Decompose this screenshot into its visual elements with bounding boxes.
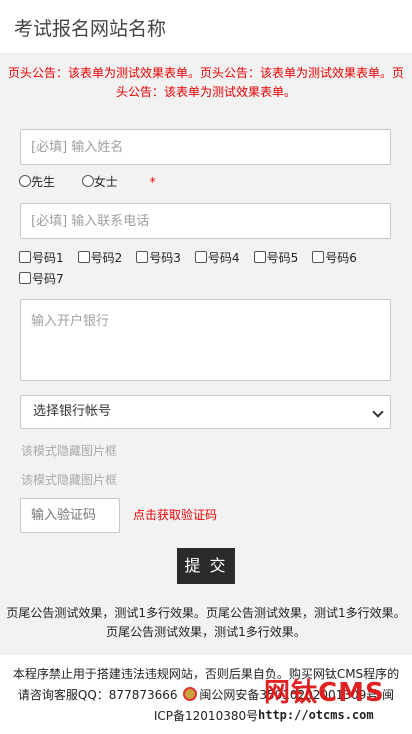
radio-female[interactable]: [81, 175, 94, 187]
hidden-image-box-2: 该模式隐藏图片框: [21, 473, 118, 487]
watermark-logo: 网钛CMS: [264, 678, 385, 708]
checkbox-box[interactable]: [312, 251, 325, 263]
checkbox-number-6[interactable]: 号码6: [312, 248, 357, 269]
checkbox-label[interactable]: 号码5: [267, 251, 299, 265]
bank-textarea[interactable]: [21, 300, 390, 380]
police-badge-icon: [183, 687, 198, 701]
get-captcha-link[interactable]: 点击获取验证码: [133, 506, 217, 523]
site-header: 考试报名网站名称: [0, 0, 412, 54]
captcha-field[interactable]: [20, 498, 120, 533]
checkbox-box[interactable]: [19, 251, 31, 263]
chevron-down-icon: [372, 406, 384, 418]
name-field[interactable]: [20, 129, 391, 165]
radio-male-label[interactable]: 先生: [31, 175, 55, 189]
checkbox-label[interactable]: 号码4: [208, 251, 240, 265]
required-star: *: [149, 175, 156, 189]
checkbox-label[interactable]: 号码6: [325, 251, 357, 265]
checkbox-box[interactable]: [19, 272, 31, 284]
checkbox-box[interactable]: [194, 251, 207, 263]
bank-account-select-value: 选择银行帐号: [33, 404, 112, 419]
radio-male[interactable]: [19, 175, 31, 187]
checkbox-box[interactable]: [136, 251, 149, 263]
bank-field[interactable]: [20, 299, 391, 381]
checkbox-label[interactable]: 号码2: [91, 251, 123, 265]
hidden-image-box-1: 该模式隐藏图片框: [21, 444, 118, 458]
site-title: 考试报名网站名称: [14, 18, 167, 40]
checkbox-label[interactable]: 号码7: [32, 272, 64, 286]
checkbox-label[interactable]: 号码1: [32, 251, 64, 265]
checkbox-number-2[interactable]: 号码2: [77, 248, 123, 269]
bank-account-select[interactable]: 选择银行帐号: [20, 395, 391, 429]
checkbox-box[interactable]: [77, 251, 90, 263]
gender-radio-group: 先生 女士 *: [19, 173, 156, 191]
checkbox-label[interactable]: 号码3: [149, 251, 181, 265]
top-notice: 页头公告：该表单为测试效果表单。页头公告：该表单为测试效果表单。页头公告：该表单…: [7, 66, 404, 99]
checkbox-number-7[interactable]: 号码7: [19, 269, 64, 290]
phone-field[interactable]: [20, 203, 391, 239]
checkbox-number-5[interactable]: 号码5: [253, 248, 299, 269]
checkbox-number-4[interactable]: 号码4: [194, 248, 240, 269]
name-input[interactable]: [21, 130, 390, 164]
bottom-notice: 页尾公告测试效果，测试1多行效果。页尾公告测试效果，测试1多行效果。页尾公告测试…: [6, 606, 406, 639]
checkbox-number-3[interactable]: 号码3: [136, 248, 181, 269]
watermark-url: http://otcms.com: [258, 708, 374, 722]
captcha-input[interactable]: [21, 499, 119, 532]
checkbox-box[interactable]: [253, 251, 266, 263]
number-checkbox-group: 号码1 号码2 号码3 号码4 号码5 号码6 号码7: [19, 248, 394, 290]
submit-button[interactable]: 提 交: [177, 548, 235, 584]
phone-input[interactable]: [21, 204, 390, 238]
checkbox-number-1[interactable]: 号码1: [19, 248, 64, 269]
radio-female-label[interactable]: 女士: [94, 175, 118, 189]
